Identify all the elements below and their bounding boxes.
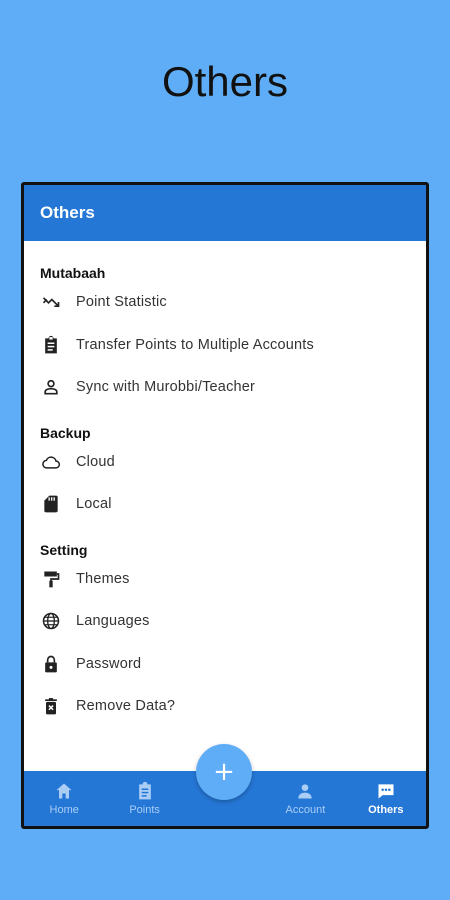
list-item-remove-data[interactable]: Remove Data? bbox=[24, 685, 426, 728]
section-title-setting: Setting bbox=[40, 541, 88, 558]
nav-item-home[interactable]: Home bbox=[24, 771, 104, 826]
list-item-label: Transfer Points to Multiple Accounts bbox=[76, 336, 314, 353]
list-item-label: Point Statistic bbox=[76, 294, 167, 311]
nav-item-account[interactable]: Account bbox=[265, 771, 345, 826]
list-item-password[interactable]: Password bbox=[24, 643, 426, 686]
plus-icon: + bbox=[213, 757, 235, 787]
nav-item-points[interactable]: Points bbox=[104, 771, 184, 826]
list-item-label: Password bbox=[76, 655, 142, 672]
nav-label-home: Home bbox=[49, 804, 79, 816]
cloud-outline-icon bbox=[40, 451, 62, 473]
phone-frame: Others Mutabaah Point Statistic Transfer… bbox=[21, 182, 429, 829]
more-chat-icon bbox=[378, 784, 394, 799]
clipboard-list-icon bbox=[138, 781, 151, 800]
section-title-backup: Backup bbox=[40, 424, 91, 441]
list-item-languages[interactable]: Languages bbox=[24, 600, 426, 643]
list-item-point-statistic[interactable]: Point Statistic bbox=[24, 281, 426, 324]
list-item-transfer-points[interactable]: Transfer Points to Multiple Accounts bbox=[24, 324, 426, 367]
nav-label-others: Others bbox=[368, 804, 404, 816]
page-heading: Others bbox=[161, 58, 289, 105]
list-item-label: Languages bbox=[76, 613, 150, 630]
section-title-mutabaah: Mutabaah bbox=[40, 265, 106, 281]
list-item-label: Themes bbox=[76, 570, 130, 587]
paint-roller-icon bbox=[40, 568, 62, 590]
person-icon bbox=[298, 784, 313, 799]
nav-label-points: Points bbox=[129, 804, 160, 816]
settings-list: Mutabaah Point Statistic Transfer Points… bbox=[24, 241, 426, 773]
app-bar: Others bbox=[24, 185, 426, 241]
list-item-label: Cloud bbox=[76, 453, 115, 470]
list-item-sync-teacher[interactable]: Sync with Murobbi/Teacher bbox=[24, 366, 426, 409]
person-outline-icon bbox=[40, 376, 62, 398]
app-bar-title: Others bbox=[40, 203, 95, 222]
globe-icon bbox=[40, 610, 62, 632]
trending-down-icon bbox=[40, 291, 62, 313]
list-item-cloud[interactable]: Cloud bbox=[24, 441, 426, 484]
list-item-label: Local bbox=[76, 496, 112, 513]
add-fab-button[interactable]: + bbox=[196, 744, 252, 800]
home-icon bbox=[56, 783, 72, 799]
nav-item-others[interactable]: Others bbox=[346, 771, 426, 826]
clipboard-icon bbox=[40, 334, 62, 356]
nav-label-account: Account bbox=[285, 804, 326, 816]
list-item-local[interactable]: Local bbox=[24, 483, 426, 526]
partial-list-icon bbox=[42, 753, 60, 759]
lock-icon bbox=[40, 653, 62, 675]
list-item-themes[interactable]: Themes bbox=[24, 558, 426, 601]
list-item-label: Sync with Murobbi/Teacher bbox=[76, 379, 256, 396]
sd-card-icon bbox=[40, 493, 62, 515]
delete-forever-icon bbox=[40, 695, 62, 717]
list-item-label: Remove Data? bbox=[76, 698, 176, 715]
